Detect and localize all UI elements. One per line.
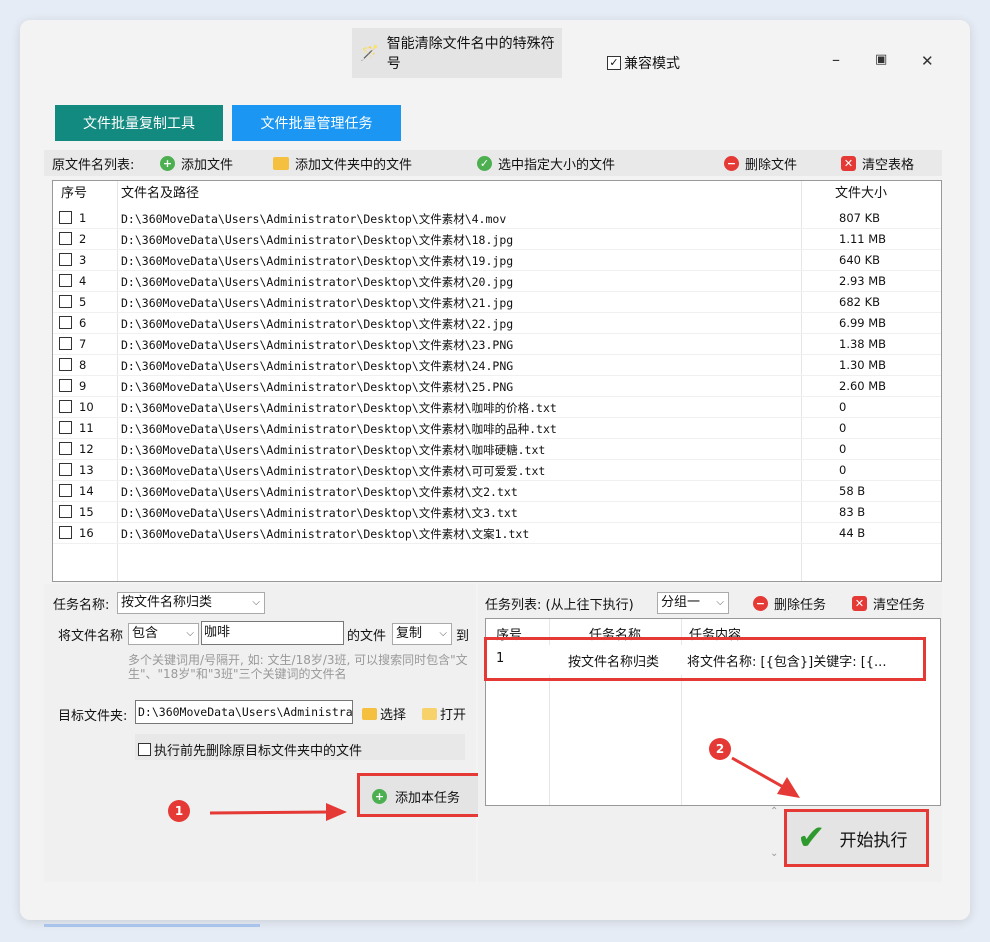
scrollbar-hint	[44, 924, 260, 927]
annotation-arrows	[209, 756, 800, 821]
arrow-head-two	[777, 777, 800, 798]
arrow-head-one	[326, 803, 347, 821]
arrow-line-one	[209, 810, 331, 815]
arrow-line-two	[731, 756, 786, 790]
